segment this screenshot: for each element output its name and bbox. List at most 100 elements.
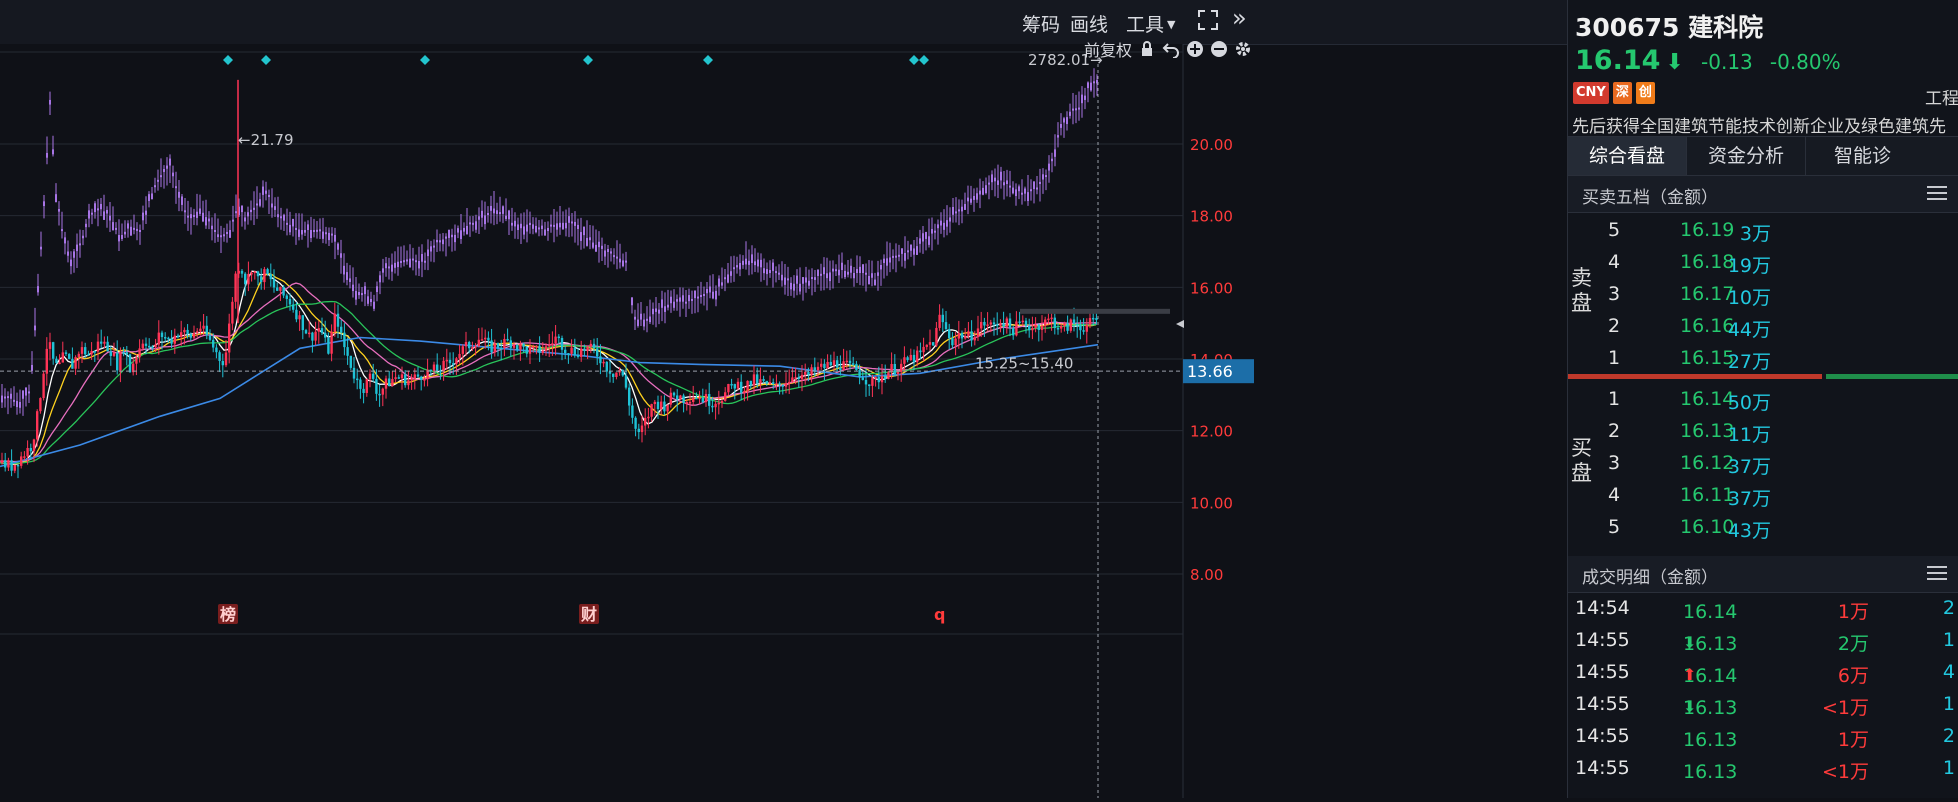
- candle-body: [279, 286, 282, 291]
- trades-menu-icon[interactable]: [1927, 566, 1947, 582]
- index-candle-body: [781, 274, 783, 281]
- candle-body: [189, 333, 192, 338]
- index-candle-body: [757, 259, 759, 267]
- draw-line-button[interactable]: 画线: [1070, 10, 1108, 37]
- trade-price: 16.14: [1683, 601, 1738, 623]
- buy-level-row[interactable]: 5 16.10 43万: [1568, 512, 1958, 544]
- buy-level-row[interactable]: 2 16.13 11万: [1568, 416, 1958, 448]
- index-candle-body: [727, 274, 729, 283]
- sell-level-row[interactable]: 3 16.17 10万: [1568, 279, 1958, 311]
- industry-label[interactable]: 工程: [1925, 84, 1958, 109]
- candle-body: [199, 328, 202, 332]
- fullscreen-icon[interactable]: [1196, 8, 1220, 32]
- candle-body: [1079, 325, 1082, 331]
- candle-body: [397, 377, 400, 379]
- candle-body: [20, 456, 23, 466]
- orderbook-menu-icon[interactable]: [1927, 186, 1947, 202]
- candle-body: [730, 383, 733, 386]
- candle-body: [749, 380, 752, 386]
- trade-row[interactable]: 14:55 16.13 ⬇ <1万 1: [1568, 689, 1958, 721]
- sell-level-row[interactable]: 2 16.16 44万: [1568, 311, 1958, 343]
- candle-body: [1056, 328, 1060, 330]
- trade-row[interactable]: 14:55 16.13 ⬇ 2万 1: [1568, 625, 1958, 657]
- index-candle-body: [808, 280, 810, 286]
- candle-body: [797, 377, 800, 379]
- index-candle-body: [721, 282, 723, 286]
- order-amount: 37万: [1727, 488, 1771, 510]
- candle-body: [1050, 317, 1053, 320]
- candle-body: [560, 338, 564, 350]
- buy-level-row[interactable]: 1 16.14 50万: [1568, 384, 1958, 416]
- lock-icon[interactable]: [1138, 40, 1156, 58]
- candle-body: [244, 273, 247, 285]
- level-number: 3: [1608, 283, 1621, 305]
- candle-body: [42, 373, 45, 399]
- candle-body: [109, 351, 112, 356]
- candle-body: [1015, 321, 1018, 336]
- kline-svg[interactable]: 20.0018.0016.0014.0012.0010.008.00 榜财q 1…: [0, 44, 1566, 798]
- tab-overview[interactable]: 综合看盘: [1568, 137, 1687, 175]
- candle-body: [375, 378, 378, 394]
- sell-level-row[interactable]: 5 16.19 3万: [1568, 215, 1958, 247]
- candle-body: [1076, 323, 1079, 326]
- index-candle-body: [253, 207, 255, 210]
- candle-body: [932, 342, 935, 346]
- tab-smart-diagnosis[interactable]: 智能诊: [1806, 137, 1958, 175]
- index-candle-body: [853, 273, 855, 279]
- tab-fund-analysis[interactable]: 资金分析: [1687, 137, 1806, 175]
- candle-body: [676, 395, 679, 400]
- candle-body: [842, 361, 845, 371]
- trade-row[interactable]: 14:55 16.14 ⬆ 6万 4: [1568, 657, 1958, 689]
- collapse-panel-button[interactable]: »: [1232, 4, 1247, 32]
- undo-icon[interactable]: [1162, 40, 1180, 58]
- trade-time: 14:55: [1575, 693, 1630, 715]
- adjust-mode-label[interactable]: 前复权: [1084, 37, 1132, 61]
- index-candle-body: [487, 213, 489, 216]
- trade-time: 14:54: [1575, 597, 1630, 619]
- buy-level-row[interactable]: 3 16.12 37万: [1568, 448, 1958, 480]
- index-candle-body: [865, 272, 867, 275]
- chip-distribution-button[interactable]: 筹码: [1022, 10, 1060, 37]
- index-candle-body: [634, 316, 636, 320]
- index-candle-body: [1003, 182, 1005, 186]
- trade-row[interactable]: 14:55 16.13 1万 2: [1568, 721, 1958, 753]
- zoom-in-icon[interactable]: [1186, 40, 1204, 58]
- index-candle-body: [1042, 174, 1044, 180]
- event-badge-label: q: [934, 605, 945, 624]
- price-change-pct: -0.80%: [1769, 50, 1841, 74]
- candle-body: [7, 460, 10, 468]
- index-candle-body: [304, 230, 306, 233]
- candle-body: [362, 388, 365, 393]
- trade-row[interactable]: 14:54 16.14 1万 2: [1568, 593, 1958, 625]
- order-amount: 19万: [1727, 255, 1771, 277]
- sell-level-row[interactable]: 1 16.15 27万: [1568, 343, 1958, 375]
- level-number: 4: [1608, 251, 1621, 273]
- candle-body: [208, 335, 212, 340]
- index-candle-body: [148, 194, 150, 201]
- sell-level-row[interactable]: 4 16.18 19万: [1568, 247, 1958, 279]
- candle-body: [800, 374, 804, 379]
- candle-body: [1066, 323, 1069, 331]
- candle-body: [384, 378, 388, 389]
- index-candle-body: [286, 222, 288, 225]
- y-tick-label: 20.00: [1190, 136, 1233, 154]
- candle-body: [893, 363, 896, 375]
- settings-gear-icon[interactable]: [1234, 40, 1252, 58]
- candle-body: [916, 350, 919, 363]
- index-candle-body: [961, 206, 963, 212]
- zoom-out-icon[interactable]: [1210, 40, 1228, 58]
- candle-body: [404, 374, 407, 386]
- buy-level-row[interactable]: 4 16.11 37万: [1568, 480, 1958, 512]
- trade-row[interactable]: 14:55 16.13 <1万 1: [1568, 753, 1958, 785]
- index-candle-body: [916, 246, 918, 255]
- candle-body: [900, 363, 903, 372]
- candle-body: [180, 332, 183, 338]
- index-candle-body: [514, 220, 516, 227]
- index-candle-body: [1075, 108, 1077, 111]
- y-tick-label: 10.00: [1190, 494, 1233, 512]
- candle-body: [125, 352, 128, 355]
- kline-chart[interactable]: 20.0018.0016.0014.0012.0010.008.00 榜财q 1…: [0, 41, 1566, 798]
- candle-body: [848, 360, 852, 364]
- tools-menu-button[interactable]: 工具 ▼: [1126, 10, 1175, 37]
- index-candle-body: [613, 255, 615, 258]
